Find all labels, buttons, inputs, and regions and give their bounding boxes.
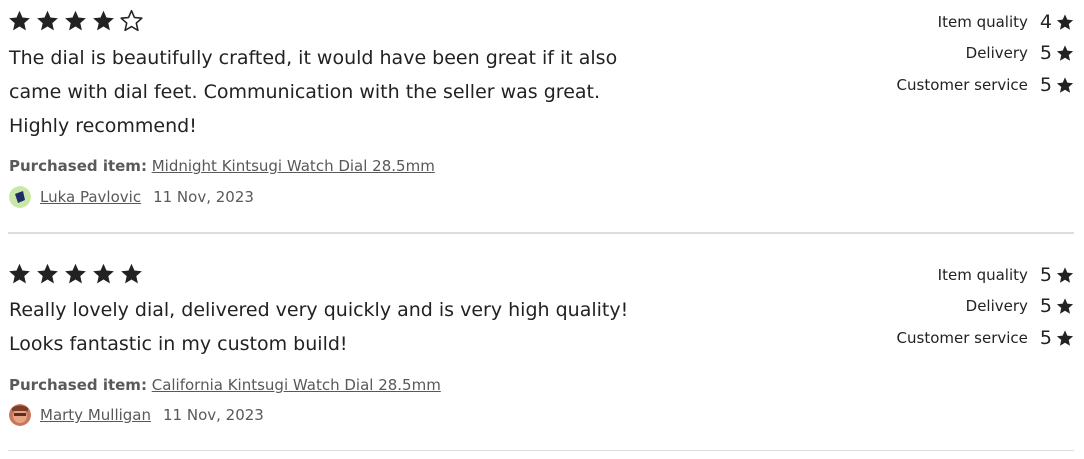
reviewer-info: Luka Pavlovic 11 Nov, 2023 (9, 186, 254, 208)
purchased-label: Purchased item: (9, 157, 147, 175)
rating-label: Item quality (937, 265, 1028, 284)
star-icon (1056, 267, 1074, 283)
star-icon (1056, 77, 1074, 93)
star-icon (9, 10, 30, 31)
review-text-line: Really lovely dial, delivered very quick… (9, 299, 629, 321)
rating-label: Customer service (896, 328, 1028, 347)
star-icon (1056, 298, 1074, 314)
star-outline-icon (120, 9, 143, 32)
review-text-line: came with dial feet. Communication with … (9, 81, 601, 103)
review-text: The dial is beautifully crafted, it woul… (9, 41, 659, 143)
star-icon (37, 10, 58, 31)
review-date: 11 Nov, 2023 (163, 406, 264, 424)
purchased-item-link[interactable]: California Kintsugi Watch Dial 28.5mm (152, 376, 441, 394)
reviewer-name-link[interactable]: Marty Mulligan (40, 406, 151, 424)
rating-value: 5 (1039, 295, 1052, 318)
rating-row: Item quality 5 (814, 259, 1074, 291)
rating-row: Customer service 5 (814, 322, 1074, 354)
rating-row: Customer service 5 (814, 69, 1074, 101)
star-icon (1056, 330, 1074, 346)
star-icon (121, 263, 142, 284)
star-icon (1056, 45, 1074, 61)
star-rating (8, 9, 143, 32)
avatar[interactable] (9, 186, 31, 208)
star-icon (9, 263, 30, 284)
rating-label: Delivery (965, 297, 1028, 316)
star-icon (1056, 14, 1074, 30)
purchased-item: Purchased item: Midnight Kintsugi Watch … (9, 157, 435, 175)
star-icon (65, 263, 86, 284)
rating-label: Delivery (965, 44, 1028, 63)
star-icon (93, 10, 114, 31)
rating-value: 5 (1039, 326, 1052, 349)
rating-value: 5 (1039, 73, 1052, 96)
rating-row: Delivery 5 (814, 38, 1074, 70)
purchased-item-link[interactable]: Midnight Kintsugi Watch Dial 28.5mm (152, 157, 435, 175)
rating-breakdown: Item quality 5 Delivery 5 Customer servi… (814, 259, 1074, 354)
rating-value: 5 (1039, 42, 1052, 65)
reviewer-name-link[interactable]: Luka Pavlovic (40, 188, 141, 206)
review-text-line: Highly recommend! (9, 115, 197, 137)
reviewer-info: Marty Mulligan 11 Nov, 2023 (9, 404, 264, 426)
review-date: 11 Nov, 2023 (153, 188, 254, 206)
divider (8, 232, 1074, 233)
star-icon (65, 10, 86, 31)
purchased-item: Purchased item: California Kintsugi Watc… (9, 376, 441, 394)
rating-value: 4 (1039, 10, 1052, 33)
purchased-label: Purchased item: (9, 376, 147, 394)
rating-breakdown: Item quality 4 Delivery 5 Customer servi… (814, 6, 1074, 101)
rating-row: Item quality 4 (814, 6, 1074, 38)
star-icon (93, 263, 114, 284)
rating-value: 5 (1039, 263, 1052, 286)
star-rating (8, 262, 143, 285)
rating-row: Delivery 5 (814, 291, 1074, 323)
star-icon (37, 263, 58, 284)
rating-label: Customer service (896, 75, 1028, 94)
review-text-line: The dial is beautifully crafted, it woul… (9, 47, 618, 69)
review-text: Really lovely dial, delivered very quick… (9, 293, 659, 361)
review-text-line: Looks fantastic in my custom build! (9, 333, 348, 355)
avatar[interactable] (9, 404, 31, 426)
rating-label: Item quality (937, 12, 1028, 31)
divider (8, 450, 1074, 451)
